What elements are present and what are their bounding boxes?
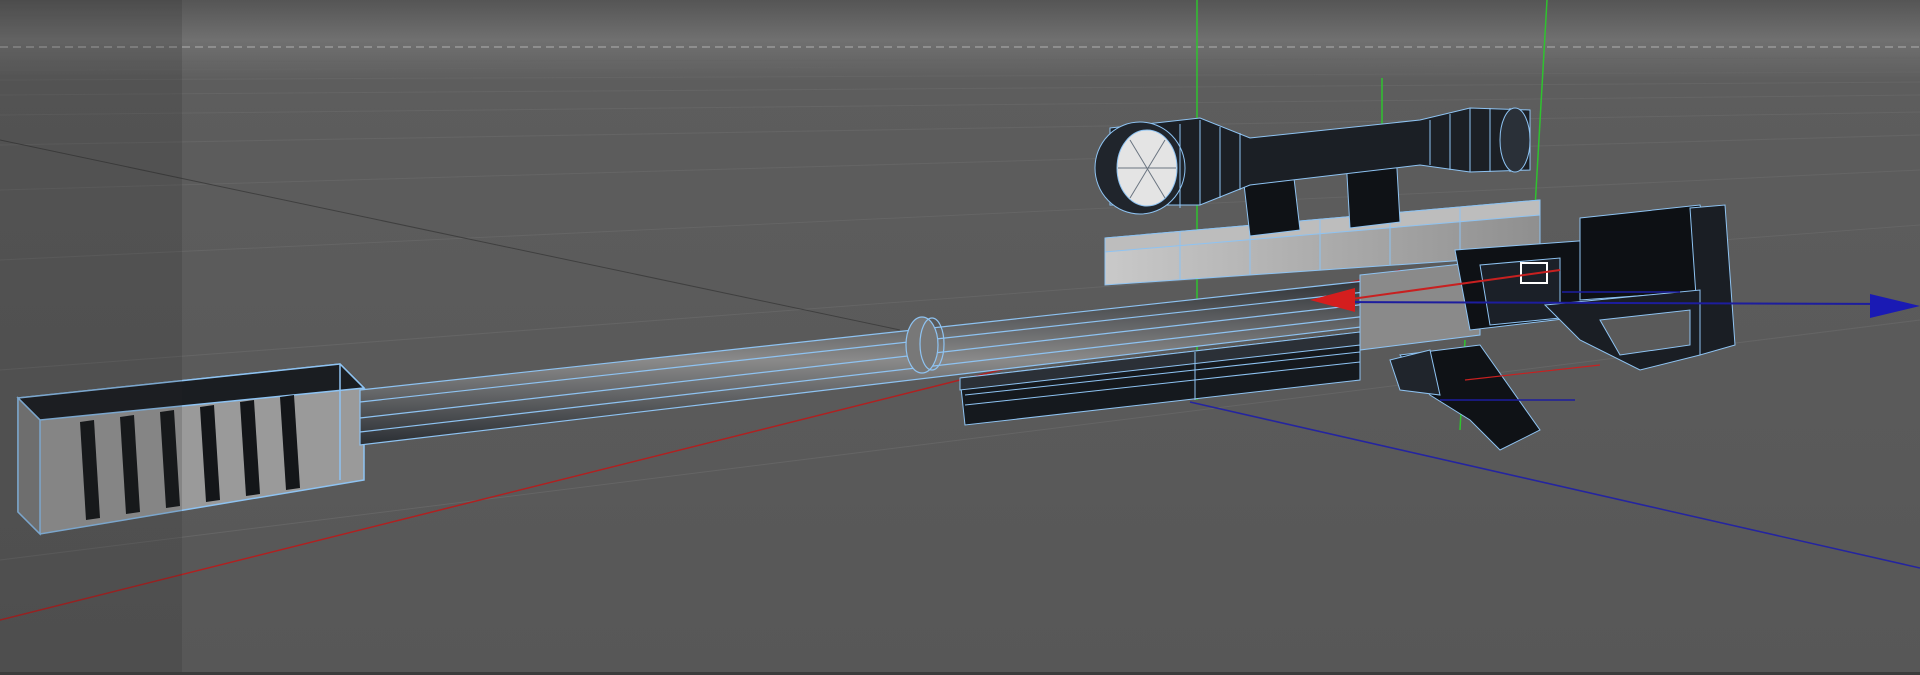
safe-frame-shade: [0, 0, 182, 675]
viewport-canvas[interactable]: [0, 0, 1920, 675]
3d-viewport[interactable]: [0, 0, 1920, 675]
